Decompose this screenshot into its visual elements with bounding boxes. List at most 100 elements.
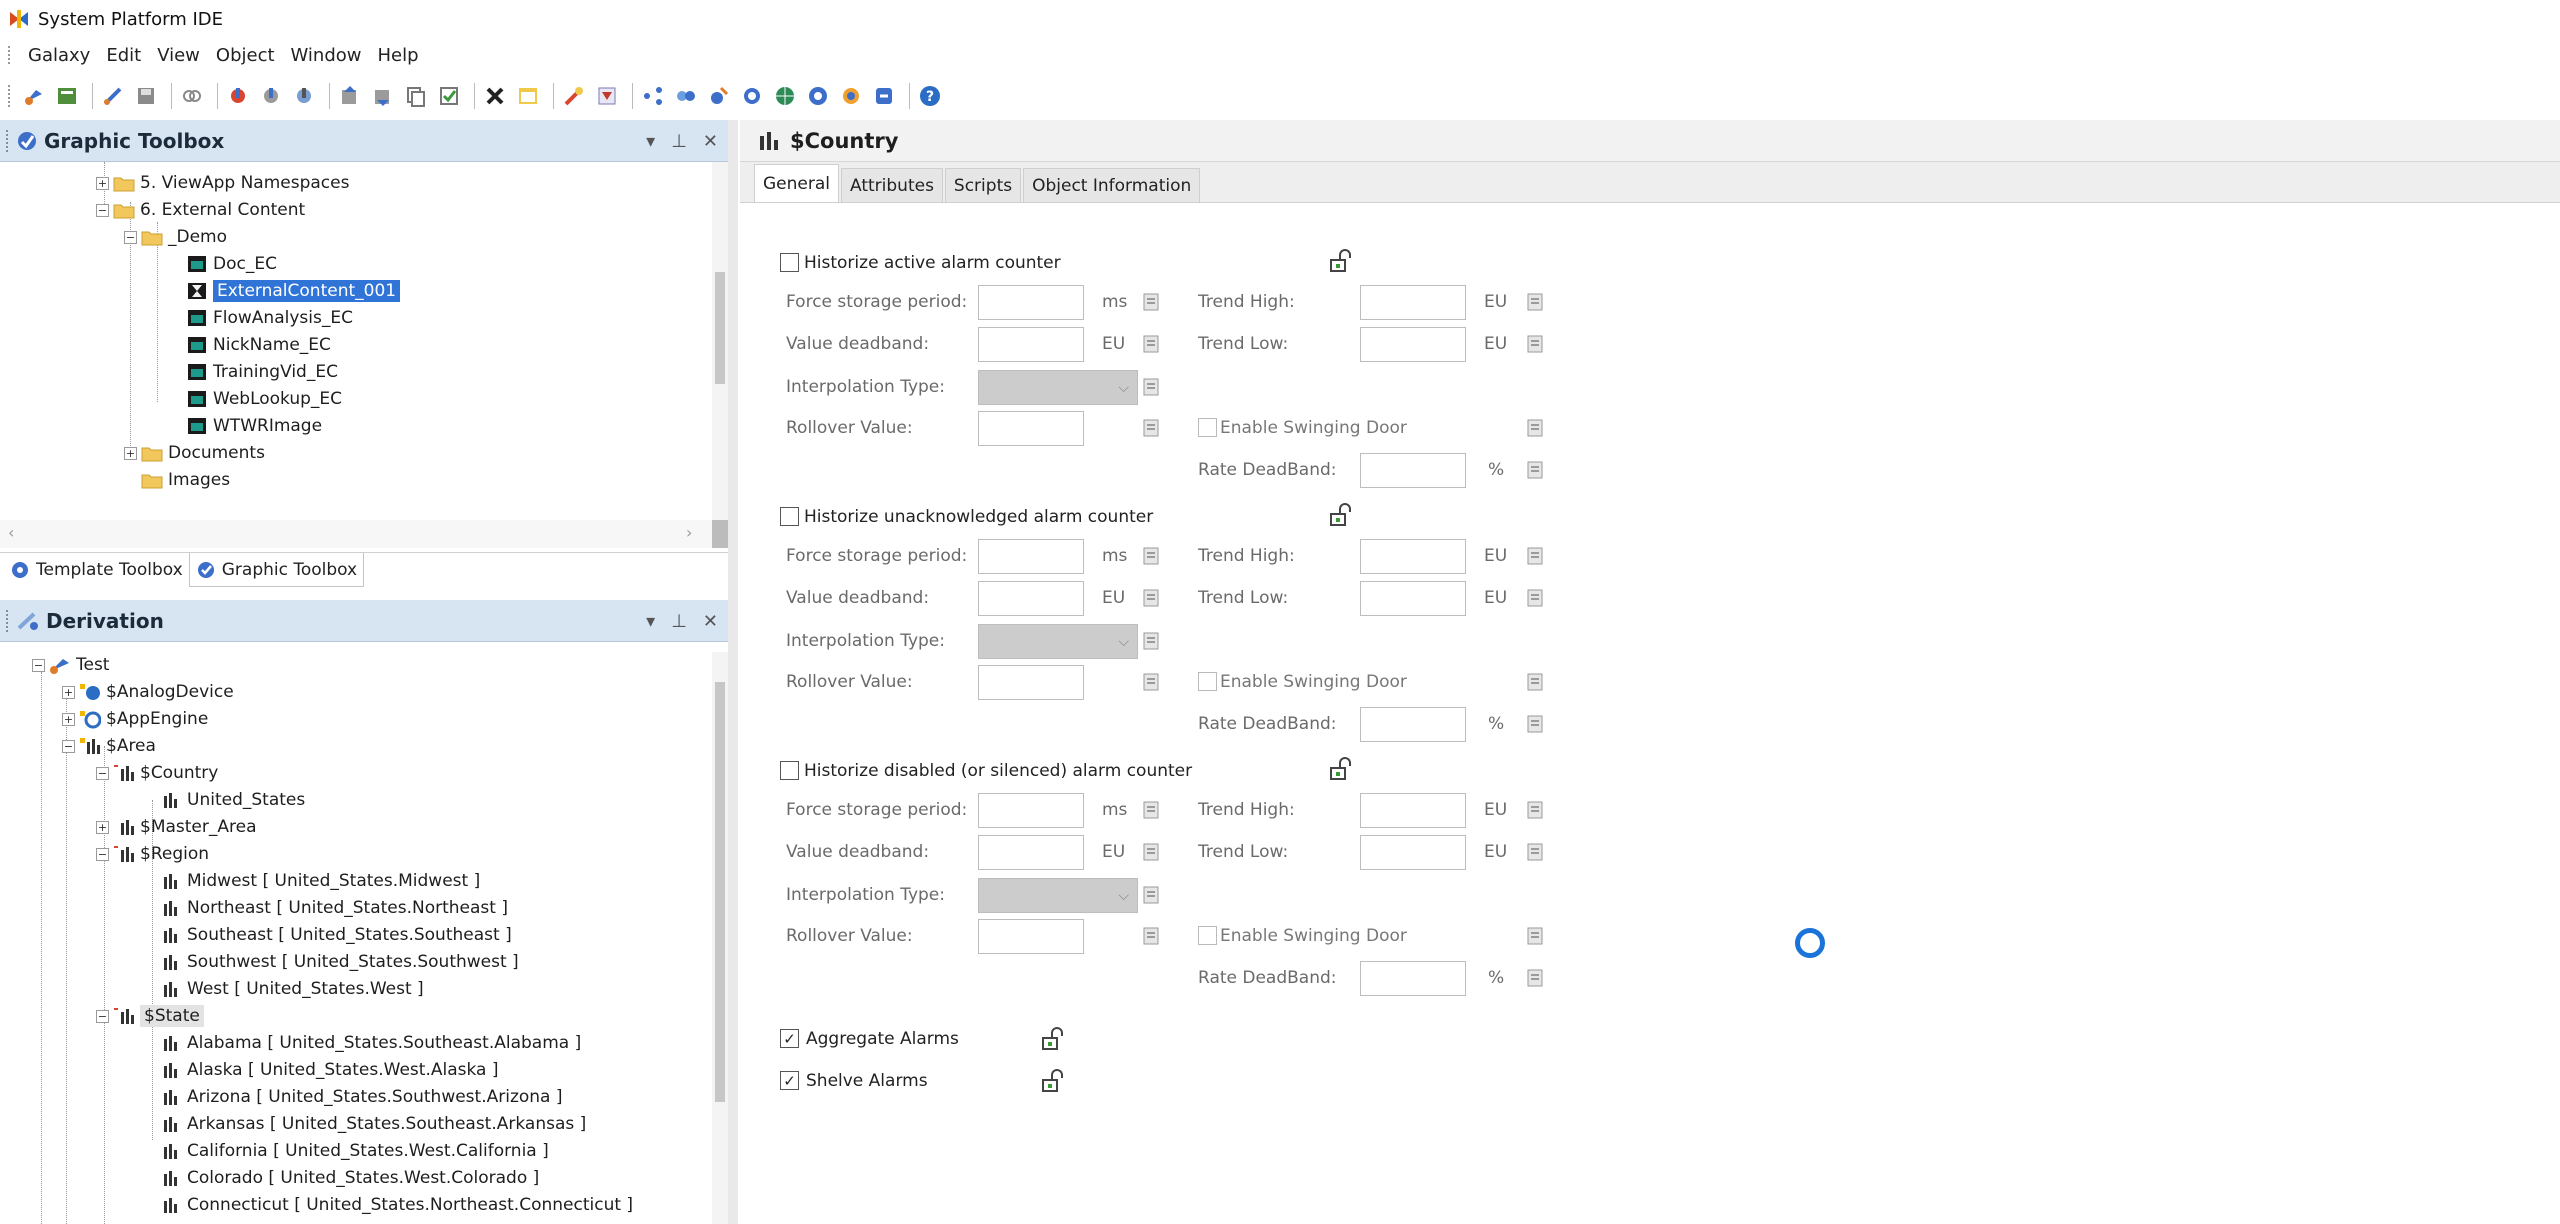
lock-attribute-icon[interactable] — [1524, 799, 1546, 821]
collapse-icon[interactable]: − — [96, 847, 109, 861]
expand-icon[interactable]: + — [96, 820, 109, 834]
trend-high-input[interactable] — [1360, 793, 1466, 828]
tree-row[interactable]: + 5. ViewApp Namespaces — [96, 170, 349, 196]
trend-low-input[interactable] — [1360, 327, 1466, 362]
menu-object[interactable]: Object — [208, 45, 283, 66]
aggregate-alarms-checkbox[interactable]: ✓ — [780, 1029, 799, 1048]
interpolation-type-select[interactable]: ⌵ — [978, 878, 1138, 913]
close-icon[interactable]: ✕ — [703, 611, 718, 632]
network-icon[interactable] — [672, 82, 700, 110]
tree-row[interactable]: − 6. External Content — [96, 197, 305, 223]
lock-attribute-icon[interactable] — [1524, 417, 1546, 439]
lock-attribute-icon[interactable] — [1524, 587, 1546, 609]
view-icon[interactable] — [837, 82, 865, 110]
panel-grip[interactable] — [6, 129, 10, 152]
tree-row[interactable]: Southeast [ United_States.Southeast ] — [160, 922, 512, 948]
lock-attribute-icon[interactable] — [1524, 925, 1546, 947]
tab-object-information[interactable]: Object Information — [1023, 168, 1201, 202]
tree-row[interactable]: West [ United_States.West ] — [160, 976, 424, 1002]
scrollbar-thumb[interactable] — [715, 272, 725, 384]
panel-splitter[interactable] — [728, 120, 738, 1224]
force-storage-input[interactable] — [978, 285, 1084, 320]
lock-attribute-icon[interactable] — [1140, 671, 1162, 693]
unlocked-padlock-icon[interactable] — [1040, 1069, 1064, 1093]
interpolation-type-select[interactable]: ⌵ — [978, 370, 1138, 405]
lock-attribute-icon[interactable] — [1524, 713, 1546, 735]
lock-attribute-icon[interactable] — [1524, 333, 1546, 355]
enable-swinging-door-checkbox[interactable] — [1198, 926, 1217, 945]
shelve-alarms-checkbox[interactable]: ✓ — [780, 1071, 799, 1090]
collapse-icon[interactable]: − — [96, 1009, 109, 1023]
tab-graphic-toolbox[interactable]: Graphic Toolbox — [188, 553, 365, 587]
tree-row[interactable]: California [ United_States.West.Californ… — [160, 1138, 549, 1164]
link-icon[interactable] — [178, 82, 206, 110]
lock-attribute-icon[interactable] — [1524, 291, 1546, 313]
lock-attribute-icon[interactable] — [1140, 291, 1162, 313]
globe-icon[interactable] — [771, 82, 799, 110]
collapse-icon[interactable]: − — [96, 203, 109, 217]
scrollbar-thumb[interactable] — [715, 682, 725, 1102]
help-icon[interactable]: ? — [916, 82, 944, 110]
tree-row[interactable]: − $Country — [96, 760, 218, 786]
lock-attribute-icon[interactable] — [1524, 671, 1546, 693]
panel-grip[interactable] — [6, 609, 10, 632]
expand-icon[interactable]: + — [124, 446, 137, 460]
historize-checkbox[interactable] — [780, 253, 799, 272]
tree-row[interactable]: WTWRImage — [186, 413, 322, 439]
force-storage-input[interactable] — [978, 793, 1084, 828]
filter-icon[interactable] — [593, 82, 621, 110]
rollover-value-input[interactable] — [978, 919, 1084, 954]
refresh-icon[interactable] — [738, 82, 766, 110]
expand-icon[interactable]: + — [96, 176, 109, 190]
lock-attribute-icon[interactable] — [1140, 884, 1162, 906]
tree-row[interactable]: Southwest [ United_States.Southwest ] — [160, 949, 519, 975]
lock-attribute-icon[interactable] — [1524, 967, 1546, 989]
tree-row[interactable]: + $AppEngine — [62, 706, 208, 732]
tab-scripts[interactable]: Scripts — [944, 168, 1022, 202]
tree-row[interactable]: − _Demo — [124, 224, 227, 250]
close-icon[interactable]: ✕ — [703, 131, 718, 152]
lock-attribute-icon[interactable] — [1140, 841, 1162, 863]
tab-attributes[interactable]: Attributes — [841, 168, 943, 202]
scroll-left-icon[interactable]: ‹ — [8, 523, 14, 542]
tree-row[interactable]: − $Area — [62, 733, 156, 759]
trend-low-input[interactable] — [1360, 581, 1466, 616]
copy-icon[interactable] — [402, 82, 430, 110]
save-icon[interactable] — [132, 82, 160, 110]
trend-high-input[interactable] — [1360, 285, 1466, 320]
rate-deadband-input[interactable] — [1360, 961, 1466, 996]
graphic-toolbox-horizontal-scrollbar[interactable]: ‹ › — [0, 520, 728, 548]
tab-general[interactable]: General — [754, 164, 839, 202]
value-deadband-input[interactable] — [978, 327, 1084, 362]
check-in-icon[interactable] — [99, 82, 127, 110]
unlocked-padlock-icon[interactable] — [1328, 503, 1352, 527]
table-icon[interactable] — [514, 82, 542, 110]
tree-row[interactable]: + $Master_Area — [96, 814, 257, 840]
unlocked-padlock-icon[interactable] — [1328, 757, 1352, 781]
menu-help[interactable]: Help — [370, 45, 427, 66]
tree-row[interactable]: NickName_EC — [186, 332, 331, 358]
derive-icon[interactable] — [705, 82, 733, 110]
lock-attribute-icon[interactable] — [1140, 925, 1162, 947]
lock-attribute-icon[interactable] — [1140, 799, 1162, 821]
tree-row[interactable]: WebLookup_EC — [186, 386, 342, 412]
rollover-value-input[interactable] — [978, 665, 1084, 700]
tree-row[interactable]: Alabama [ United_States.Southeast.Alabam… — [160, 1030, 581, 1056]
share-icon[interactable] — [639, 82, 667, 110]
lock-attribute-icon[interactable] — [1140, 630, 1162, 652]
tree-row[interactable]: + Documents — [124, 440, 265, 466]
trend-high-input[interactable] — [1360, 539, 1466, 574]
tree-row[interactable]: Doc_EC — [186, 251, 277, 277]
wizard-icon[interactable] — [560, 82, 588, 110]
tree-row[interactable]: Images — [141, 467, 230, 493]
historize-checkbox[interactable] — [780, 761, 799, 780]
derivation-vertical-scrollbar[interactable] — [712, 652, 728, 1224]
lock-attribute-icon[interactable] — [1524, 545, 1546, 567]
menubar-grip[interactable] — [8, 46, 12, 64]
tree-row[interactable]: − Test — [32, 652, 109, 678]
lock-attribute-icon[interactable] — [1524, 459, 1546, 481]
tree-row[interactable]: Arkansas [ United_States.Southeast.Arkan… — [160, 1111, 586, 1137]
tree-row[interactable]: Colorado [ United_States.West.Colorado ] — [160, 1165, 539, 1191]
unlocked-padlock-icon[interactable] — [1328, 249, 1352, 273]
collapse-icon[interactable]: − — [124, 230, 137, 244]
